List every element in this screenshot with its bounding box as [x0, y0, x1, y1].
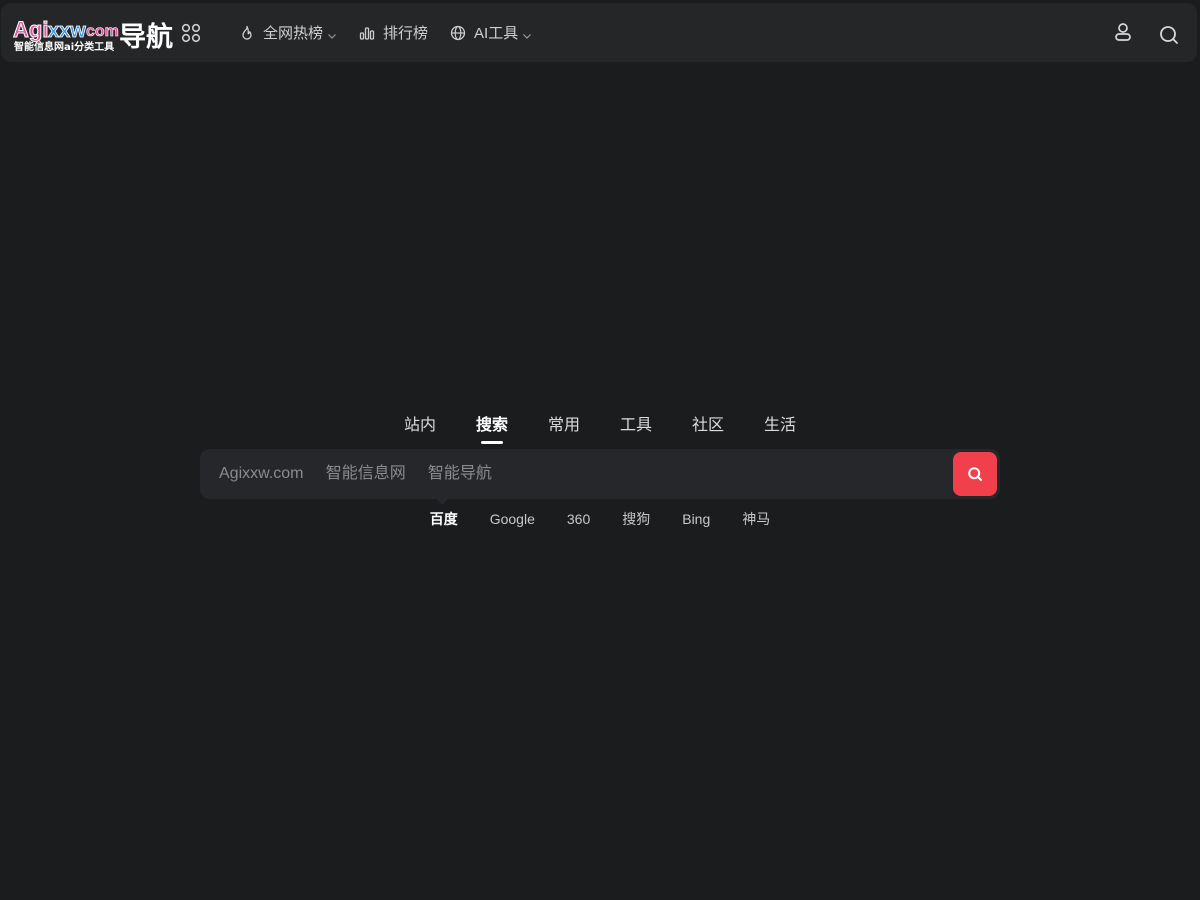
engine-baidu[interactable]: 百度: [414, 509, 474, 529]
grid-icon[interactable]: [181, 23, 201, 43]
search-tabs: 站内 搜索 常用 工具 社区 生活: [0, 414, 1200, 444]
engine-sogou[interactable]: 搜狗: [606, 509, 666, 529]
main-nav: 全网热榜 排行榜 AI工具: [239, 3, 554, 62]
search-input[interactable]: [200, 449, 940, 499]
bar-chart-icon: [359, 25, 375, 41]
search-engines: 百度 Google 360 搜狗 Bing 神马: [0, 509, 1200, 529]
site-logo[interactable]: Agi xxw com 导航 智能信息网ai分类工具: [13, 13, 175, 57]
chevron-down-icon: [522, 28, 532, 39]
search-submit-button[interactable]: [953, 452, 997, 496]
tab-tools[interactable]: 工具: [600, 414, 672, 442]
tab-common[interactable]: 常用: [528, 414, 600, 442]
nav-label-hot-list: 全网热榜: [263, 25, 324, 42]
nav-item-ranking[interactable]: 排行榜: [359, 3, 428, 62]
user-icon[interactable]: [1112, 21, 1134, 43]
tab-search[interactable]: 搜索: [456, 414, 528, 444]
tab-community[interactable]: 社区: [672, 414, 744, 442]
tab-life[interactable]: 生活: [744, 414, 816, 442]
search-icon[interactable]: [1158, 24, 1180, 46]
engine-360[interactable]: 360: [551, 509, 606, 529]
svg-text:com: com: [86, 23, 119, 40]
top-header: Agi xxw com 导航 智能信息网ai分类工具 全网热榜 排行榜 AI工具: [1, 3, 1197, 62]
engine-bing[interactable]: Bing: [666, 509, 726, 529]
tab-site[interactable]: 站内: [384, 414, 456, 442]
logo-graphic: Agi xxw com 导航 智能信息网ai分类工具: [13, 17, 173, 54]
svg-text:智能信息网ai分类工具: 智能信息网ai分类工具: [14, 40, 114, 53]
fire-icon: [239, 25, 255, 41]
nav-label-ranking: 排行榜: [383, 25, 429, 42]
search-icon: [968, 467, 982, 481]
nav-item-ai-tools[interactable]: AI工具: [450, 3, 532, 62]
engine-shenma[interactable]: 神马: [726, 509, 786, 529]
svg-text:xxw: xxw: [48, 20, 86, 42]
nav-item-hot-list[interactable]: 全网热榜: [239, 3, 337, 62]
page: Agi xxw com 导航 智能信息网ai分类工具 全网热榜 排行榜 AI工具…: [0, 0, 1200, 900]
chevron-down-icon: [327, 28, 337, 39]
svg-text:导航: 导航: [119, 21, 173, 53]
search-box: [200, 449, 1000, 499]
engine-google[interactable]: Google: [474, 509, 551, 529]
svg-text:Agi: Agi: [13, 17, 48, 42]
engine-pointer: [435, 498, 449, 505]
globe-icon: [450, 25, 466, 41]
nav-label-ai-tools: AI工具: [474, 25, 519, 42]
